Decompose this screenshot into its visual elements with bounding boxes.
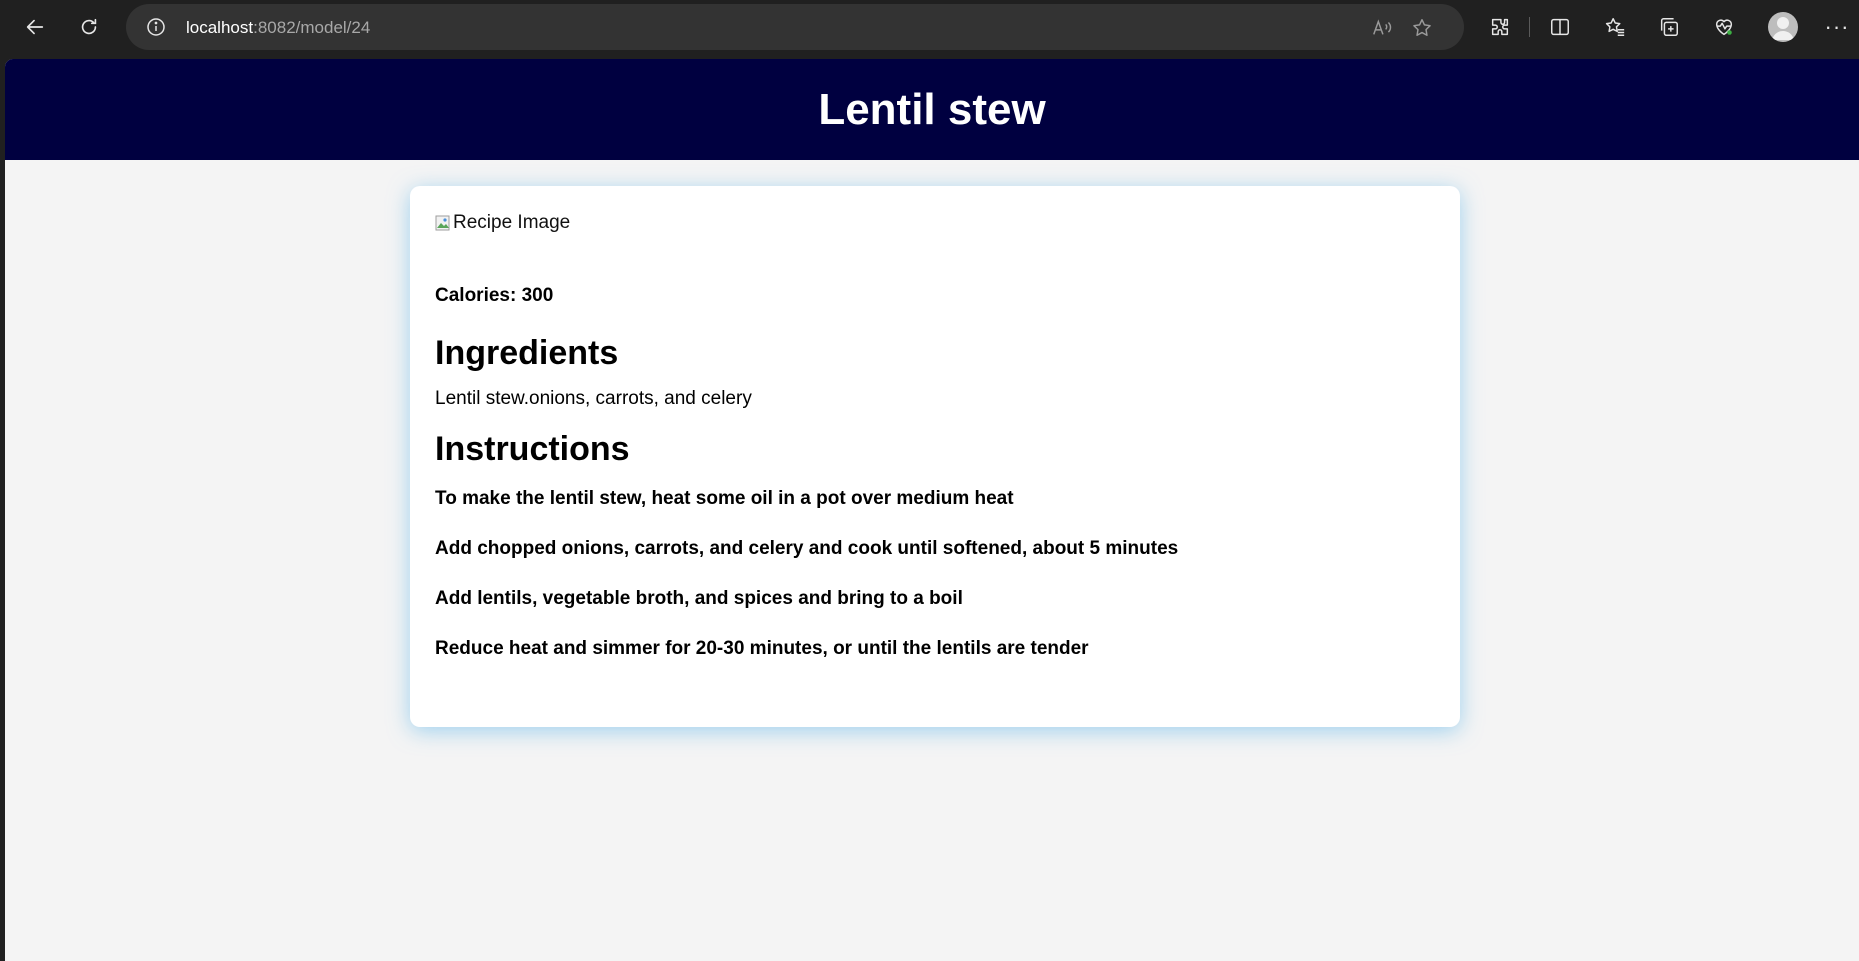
ingredients-text: Lentil stew.onions, carrots, and celery <box>435 388 752 409</box>
favorites-button[interactable] <box>1600 12 1630 42</box>
url-host: localhost <box>186 18 254 37</box>
toolbar-divider <box>1529 17 1530 37</box>
instruction-step: Reduce heat and simmer for 20-30 minutes… <box>435 638 1089 659</box>
url-text[interactable]: localhost:8082/model/24 <box>186 18 370 38</box>
collections-button[interactable] <box>1654 12 1684 42</box>
page-header: Lentil stew <box>5 59 1859 160</box>
instruction-step: Add chopped onions, carrots, and celery … <box>435 538 1179 559</box>
instructions-heading: Instructions <box>435 430 630 468</box>
instructions-list: To make the lentil stew, heat some oil i… <box>435 488 1435 688</box>
puzzle-icon <box>1491 18 1509 36</box>
reload-button[interactable] <box>69 8 109 46</box>
browser-essentials-button[interactable] <box>1709 12 1739 42</box>
split-screen-icon <box>1551 18 1569 36</box>
instruction-step: Add lentils, vegetable broth, and spices… <box>435 588 963 609</box>
star-icon <box>1413 19 1431 36</box>
collections-icon <box>1660 18 1678 36</box>
profile-avatar[interactable] <box>1768 12 1798 42</box>
recipe-image-alt: Recipe Image <box>453 212 571 233</box>
recipe-card: Recipe Image Calories: 300 Ingredients L… <box>410 186 1460 727</box>
broken-image-icon <box>435 214 451 232</box>
favorites-list-icon <box>1605 18 1625 36</box>
page-viewport: Lentil stew Recipe Image Calories: 300 I… <box>5 59 1859 961</box>
read-aloud-button[interactable] <box>1370 16 1394 40</box>
instruction-step: To make the lentil stew, heat some oil i… <box>435 488 1014 509</box>
extensions-button[interactable] <box>1485 12 1515 42</box>
site-info-icon[interactable] <box>146 17 166 37</box>
ingredients-heading: Ingredients <box>435 334 619 372</box>
read-aloud-icon <box>1373 19 1392 35</box>
favorite-star-button[interactable] <box>1410 16 1434 40</box>
recipe-image: Recipe Image <box>435 211 1435 235</box>
heart-pulse-icon <box>1715 19 1733 36</box>
back-button[interactable] <box>15 8 55 46</box>
split-screen-button[interactable] <box>1545 12 1575 42</box>
address-bar[interactable]: localhost:8082/model/24 <box>126 4 1464 50</box>
more-options-icon[interactable]: ··· <box>1822 12 1852 42</box>
reload-icon <box>81 18 97 35</box>
page-title: Lentil stew <box>818 84 1046 134</box>
url-path: :8082/model/24 <box>253 18 371 37</box>
browser-toolbar: localhost:8082/model/24 ··· <box>0 0 1859 54</box>
back-arrow-icon <box>26 19 44 35</box>
calories-text: Calories: 300 <box>435 285 554 306</box>
user-icon <box>1772 17 1794 40</box>
